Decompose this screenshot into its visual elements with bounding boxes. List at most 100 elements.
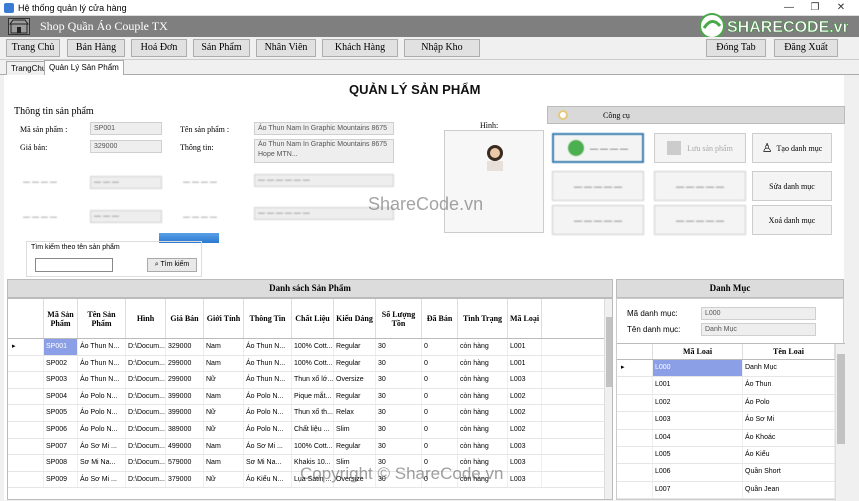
row-indicator[interactable] [617, 447, 653, 464]
logout-button[interactable]: Đăng Xuất [774, 39, 838, 57]
row-indicator[interactable]: ▸ [617, 360, 653, 377]
tab-quan-ly-san-pham[interactable]: Quản Lý Sản Phẩm [44, 60, 124, 75]
table-cell[interactable]: Regular [334, 438, 376, 455]
nav-nhan-vien[interactable]: Nhân Viên [256, 39, 316, 57]
table-cell[interactable]: Áo Sơ Mi ... [78, 438, 126, 455]
table-row[interactable]: ▸ SP001 Áo Thun N... D:\Docum... 329000 Nam Áo… [8, 339, 604, 356]
nav-san-pham[interactable]: Sản Phẩm [193, 39, 250, 57]
table-cell[interactable]: Thun xố lớ... [292, 372, 334, 388]
category-row[interactable]: L003 Áo Sơ Mi [617, 412, 835, 430]
column-header[interactable]: Giới Tính [204, 299, 244, 338]
table-cell[interactable]: D:\Docum... [126, 422, 166, 438]
table-cell[interactable]: L003 [508, 471, 542, 488]
table-cell[interactable]: Nam [204, 339, 244, 355]
table-cell[interactable]: SP004 [44, 388, 78, 405]
table-cell[interactable]: Slim [334, 422, 376, 438]
column-header[interactable]: Hình [126, 299, 166, 338]
nav-khach-hang[interactable]: Khách Hàng [322, 39, 398, 57]
category-scrollbar[interactable] [835, 344, 845, 501]
table-cell[interactable]: Quần Jean [743, 481, 835, 499]
table-cell[interactable]: L003 [508, 438, 542, 455]
row-indicator[interactable] [617, 464, 653, 481]
table-cell[interactable]: D:\Docum... [126, 339, 166, 355]
table-cell[interactable]: Sơ Mi Na... [78, 455, 126, 471]
table-cell[interactable]: L005 [653, 447, 743, 464]
table-cell[interactable]: 100% Cott... [292, 355, 334, 372]
table-cell[interactable]: Relax [334, 405, 376, 421]
table-row[interactable]: SP006 Áo Polo N... D:\Docum... 389000 Nữ Áo P… [8, 422, 604, 439]
table-cell[interactable]: 0 [422, 405, 458, 421]
table-cell[interactable]: 399000 [166, 405, 204, 421]
row-indicator[interactable] [8, 422, 44, 438]
table-cell[interactable]: Áo Sơ Mi ... [244, 438, 292, 455]
table-cell[interactable]: còn hàng [458, 372, 508, 388]
table-cell[interactable]: Oversize [334, 372, 376, 388]
add-product-button[interactable]: — — — — [552, 133, 644, 163]
table-cell[interactable]: 0 [422, 438, 458, 455]
delete-category-button[interactable]: Xoá danh mục [752, 205, 832, 235]
table-cell[interactable]: D:\Docum... [126, 372, 166, 388]
table-cell[interactable]: D:\Docum... [126, 355, 166, 372]
table-cell[interactable]: Áo Sơ Mi [743, 412, 835, 429]
table-cell[interactable]: L002 [653, 394, 743, 412]
table-cell[interactable]: 499000 [166, 438, 204, 455]
table-cell[interactable]: D:\Docum... [126, 438, 166, 455]
table-row[interactable]: SP002 Áo Thun N... D:\Docum... 299000 Nam Áo … [8, 355, 604, 373]
table-cell[interactable]: L001 [653, 377, 743, 394]
table-cell[interactable]: D:\Docum... [126, 405, 166, 421]
table-cell[interactable]: L002 [508, 388, 542, 405]
table-cell[interactable]: 100% Cott... [292, 339, 334, 355]
nav-trang-chu[interactable]: Trang Chủ [6, 39, 60, 57]
row-indicator[interactable] [8, 438, 44, 455]
table-cell[interactable]: Áo Thun N... [244, 339, 292, 355]
table-cell[interactable]: 399000 [166, 388, 204, 405]
table-cell[interactable]: 299000 [166, 355, 204, 372]
column-header[interactable]: Chất Liệu [292, 299, 334, 338]
table-cell[interactable]: 389000 [166, 422, 204, 438]
category-scroll-thumb[interactable] [837, 354, 845, 444]
table-cell[interactable]: Nữ [204, 422, 244, 438]
column-header[interactable]: Tên Loai [743, 344, 835, 359]
category-row[interactable]: L001 Áo Thun [617, 377, 835, 395]
table-cell[interactable]: L000 [653, 360, 743, 377]
table-cell[interactable]: Áo Thun N... [78, 355, 126, 372]
table-cell[interactable]: Regular [334, 388, 376, 405]
column-header[interactable]: Mã Loai [653, 344, 743, 359]
table-cell[interactable]: L003 [508, 455, 542, 471]
row-indicator[interactable] [8, 372, 44, 388]
blurred-field[interactable]: — — — [90, 210, 162, 223]
table-cell[interactable]: Áo Kiểu [743, 447, 835, 464]
table-cell[interactable]: SP008 [44, 455, 78, 471]
column-header[interactable]: Đã Bán [422, 299, 458, 338]
table-cell[interactable]: SP005 [44, 405, 78, 421]
table-cell[interactable]: Regular [334, 339, 376, 355]
table-cell[interactable]: SP002 [44, 355, 78, 372]
row-indicator[interactable] [617, 394, 653, 412]
blurred-tool-button[interactable]: — — — — — [654, 205, 746, 235]
row-indicator[interactable]: ▸ [8, 339, 44, 355]
nav-ban-hang[interactable]: Bán Hàng [67, 39, 125, 57]
category-row[interactable]: L004 Áo Khoác [617, 429, 835, 447]
close-tab-button[interactable]: Đóng Tab [706, 39, 766, 57]
column-header[interactable]: Tên Sản Phẩm [78, 299, 126, 338]
table-cell[interactable]: Danh Mục [743, 360, 835, 377]
table-cell[interactable]: Áo Thun N... [78, 339, 126, 355]
category-row[interactable]: ▸ L000 Danh Mục [617, 360, 835, 378]
table-cell[interactable]: 30 [376, 422, 422, 438]
table-cell[interactable]: Áo Polo N... [78, 422, 126, 438]
table-cell[interactable]: SP009 [44, 471, 78, 488]
table-cell[interactable]: 0 [422, 422, 458, 438]
nav-hoa-don[interactable]: Hoá Đơn [131, 39, 187, 57]
row-indicator[interactable] [617, 481, 653, 499]
table-cell[interactable]: Nam [204, 455, 244, 471]
table-cell[interactable]: D:\Docum... [126, 471, 166, 488]
thong-tin-field[interactable]: Áo Thun Nam In Graphic Mountains 8675 Ho… [254, 139, 394, 163]
table-cell[interactable]: 0 [422, 355, 458, 372]
table-cell[interactable]: Áo Polo N... [78, 405, 126, 421]
ten-sp-field[interactable]: Áo Thun Nam In Graphic Mountains 8675 [254, 122, 394, 135]
table-cell[interactable]: Áo Polo [743, 394, 835, 412]
column-header[interactable]: Thông Tin [244, 299, 292, 338]
column-header[interactable]: Giá Bán [166, 299, 204, 338]
table-cell[interactable]: L002 [508, 405, 542, 421]
gia-ban-field[interactable]: 329000 [90, 140, 162, 153]
